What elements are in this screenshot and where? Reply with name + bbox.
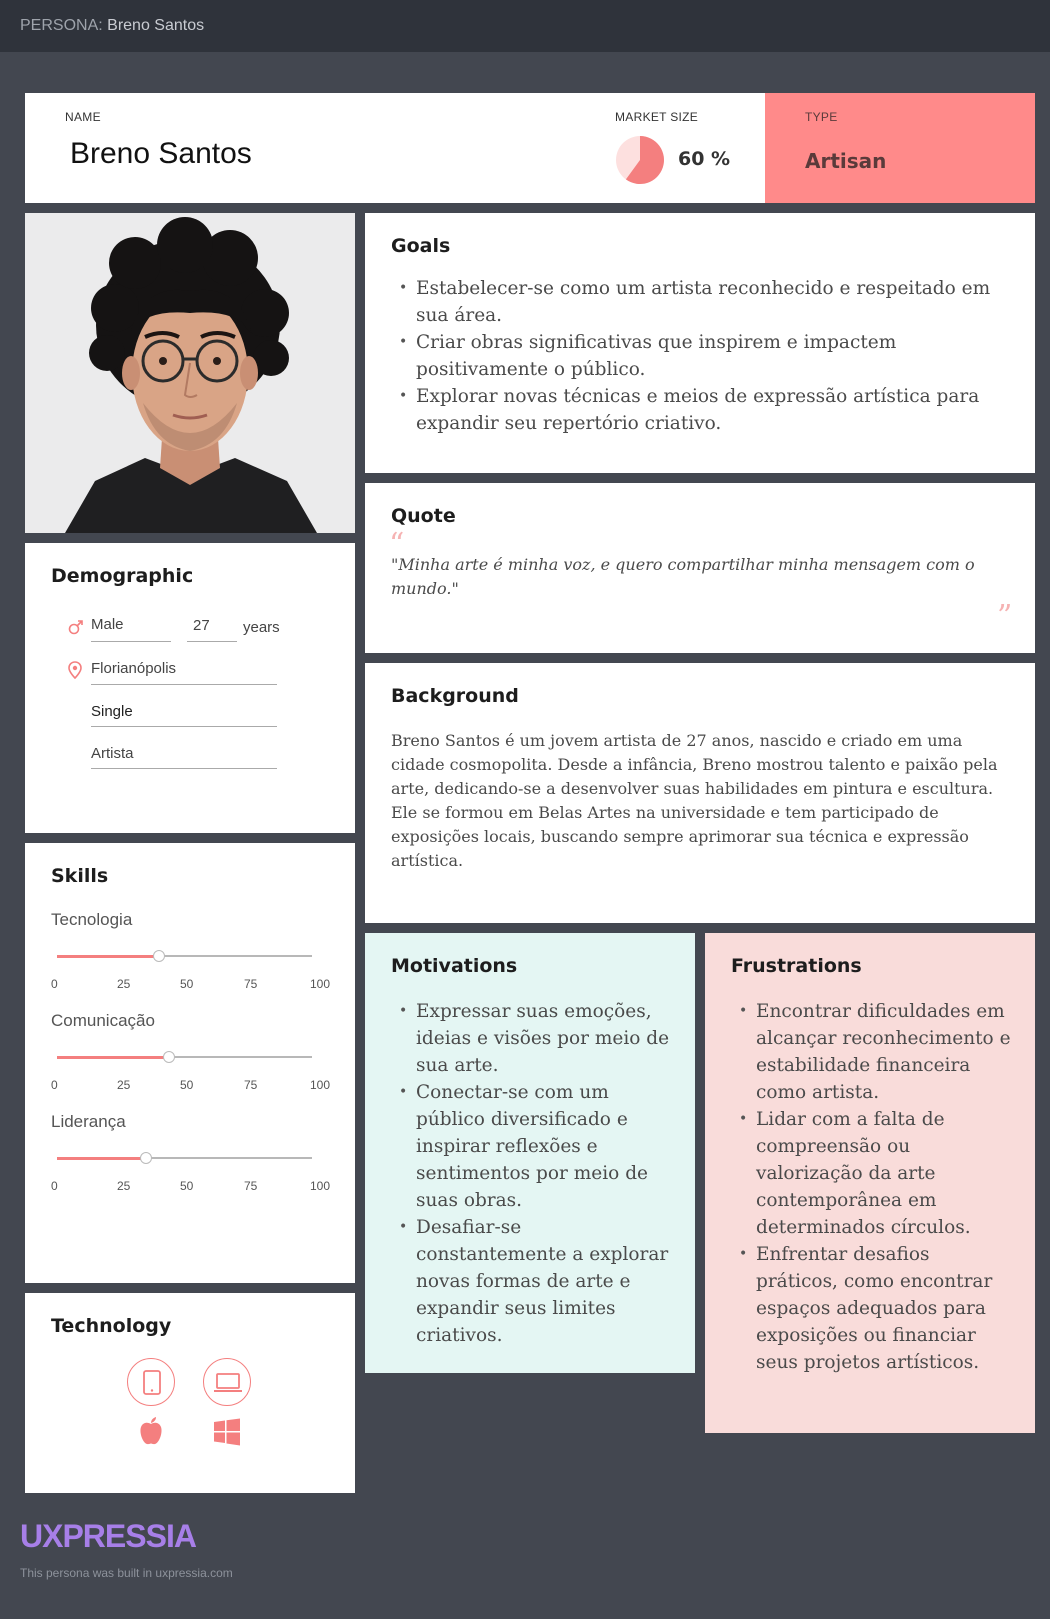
goal-item: Criar obras significativas que inspirem … — [391, 329, 1001, 383]
skill-tick-label: 100 — [310, 977, 331, 991]
market-size-label: MARKET SIZE — [615, 110, 699, 124]
persona-title: Breno Santos — [107, 17, 205, 34]
frustrations-card: Frustrations Encontrar dificuldades em a… — [705, 933, 1035, 1433]
skill-slider-fill — [57, 955, 159, 958]
persona-name[interactable]: Breno Santos — [70, 137, 252, 171]
type-label: TYPE — [805, 110, 838, 124]
gender-underline — [91, 641, 171, 642]
type-panel: TYPE Artisan — [765, 93, 1035, 203]
apple-icon[interactable] — [138, 1416, 164, 1446]
motivation-item: Desafiar-se constantemente a explorar no… — [391, 1214, 671, 1349]
skill-tick-label: 25 — [117, 1078, 131, 1092]
skill-tick-label: 25 — [117, 1179, 131, 1193]
skill-slider-fill — [57, 1157, 147, 1160]
goal-item: Explorar novas técnicas e meios de expre… — [391, 383, 1001, 437]
name-label: NAME — [65, 110, 101, 124]
quote-title: Quote — [391, 505, 456, 527]
age-unit: years — [243, 619, 280, 636]
background-title: Background — [391, 685, 519, 707]
goals-title: Goals — [391, 235, 451, 257]
motivations-list: Expressar suas emoções, ideias e visões … — [391, 998, 671, 1349]
skill-tick-label: 100 — [310, 1179, 331, 1193]
technology-card: Technology — [25, 1293, 355, 1493]
age-field[interactable]: 27 — [193, 617, 210, 634]
motivations-card: Motivations Expressar suas emoções, idei… — [365, 933, 695, 1373]
quote-text: "Minha arte é minha voz, e quero compart… — [391, 555, 975, 598]
frustration-item: Lidar com a falta de compreensão ou valo… — [731, 1106, 1011, 1241]
location-pin-icon — [68, 661, 82, 679]
skill-tick-label: 75 — [244, 1179, 258, 1193]
skill-label: Comunicação — [51, 1011, 155, 1030]
persona-prefix: PERSONA: — [20, 17, 103, 34]
skill-tick-label: 0 — [51, 1078, 58, 1092]
footer-text: This persona was built in uxpressia.com — [20, 1566, 233, 1580]
windows-icon[interactable] — [213, 1418, 241, 1446]
market-size-pie-icon — [616, 136, 664, 184]
frustration-item: Encontrar dificuldades em alcançar recon… — [731, 998, 1011, 1106]
demographic-card: Demographic Male 27 years Florianópolis … — [25, 543, 355, 833]
avatar-portrait-image — [25, 213, 355, 533]
male-icon — [68, 620, 83, 635]
uxpressia-logo[interactable]: UXPRESSIA — [20, 1518, 197, 1555]
skill-tick-label: 25 — [117, 977, 131, 991]
location-field[interactable]: Florianópolis — [91, 660, 176, 677]
skill-tick-label: 100 — [310, 1078, 331, 1092]
market-size-value[interactable]: 60 % — [678, 148, 730, 170]
occupation-underline — [91, 768, 277, 769]
age-underline — [187, 641, 237, 642]
close-quote-icon: ” — [997, 599, 1013, 634]
laptop-icon[interactable] — [203, 1358, 251, 1406]
marital-underline — [91, 726, 277, 727]
skill-tick-label: 0 — [51, 1179, 58, 1193]
marital-status-field[interactable]: Single — [91, 703, 133, 720]
skill-tick-label: 75 — [244, 1078, 258, 1092]
skill-tick-label: 50 — [180, 1078, 194, 1092]
motivation-item: Conectar-se com um público diversificado… — [391, 1079, 671, 1214]
motivations-title: Motivations — [391, 955, 518, 977]
skill-slider-handle[interactable] — [140, 1152, 153, 1164]
quote-card: Quote “ "Minha arte é minha voz, e quero… — [365, 483, 1035, 653]
tablet-icon[interactable] — [127, 1358, 175, 1406]
skill-tick-label: 75 — [244, 977, 258, 991]
frustrations-list: Encontrar dificuldades em alcançar recon… — [731, 998, 1011, 1376]
skills-card: Skills Tecnologia 0 25 50 75 100 Comunicação 0 2… — [25, 843, 355, 1283]
skill-tick-label: 0 — [51, 977, 58, 991]
persona-header-card: NAME Breno Santos MARKET SIZE 60 % TYPE … — [25, 93, 1035, 203]
gender-field[interactable]: Male — [91, 616, 124, 633]
skill-tick-label: 50 — [180, 977, 194, 991]
background-text: Breno Santos é um jovem artista de 27 an… — [391, 731, 998, 870]
location-underline — [91, 684, 277, 685]
skill-tick-label: 50 — [180, 1179, 194, 1193]
background-card: Background Breno Santos é um jovem artis… — [365, 663, 1035, 923]
occupation-field[interactable]: Artista — [91, 745, 134, 762]
frustrations-title: Frustrations — [731, 955, 862, 977]
skill-label: Liderança — [51, 1112, 126, 1131]
frustration-item: Enfrentar desafios práticos, como encont… — [731, 1241, 1011, 1376]
technology-title: Technology — [51, 1315, 172, 1337]
type-value[interactable]: Artisan — [805, 149, 886, 173]
skill-slider-handle[interactable] — [163, 1051, 176, 1063]
skill-slider-fill — [57, 1056, 170, 1059]
skills-title: Skills — [51, 865, 109, 887]
demographic-title: Demographic — [51, 565, 194, 587]
goal-item: Estabelecer-se como um artista reconheci… — [391, 275, 1001, 329]
goals-card: Goals Estabelecer-se como um artista rec… — [365, 213, 1035, 473]
top-bar: PERSONA: Breno Santos — [0, 0, 1050, 52]
motivation-item: Expressar suas emoções, ideias e visões … — [391, 998, 671, 1079]
skill-slider-handle[interactable] — [153, 950, 165, 962]
skill-label: Tecnologia — [51, 910, 133, 929]
goals-list: Estabelecer-se como um artista reconheci… — [391, 275, 1001, 437]
persona-avatar[interactable] — [25, 213, 355, 533]
